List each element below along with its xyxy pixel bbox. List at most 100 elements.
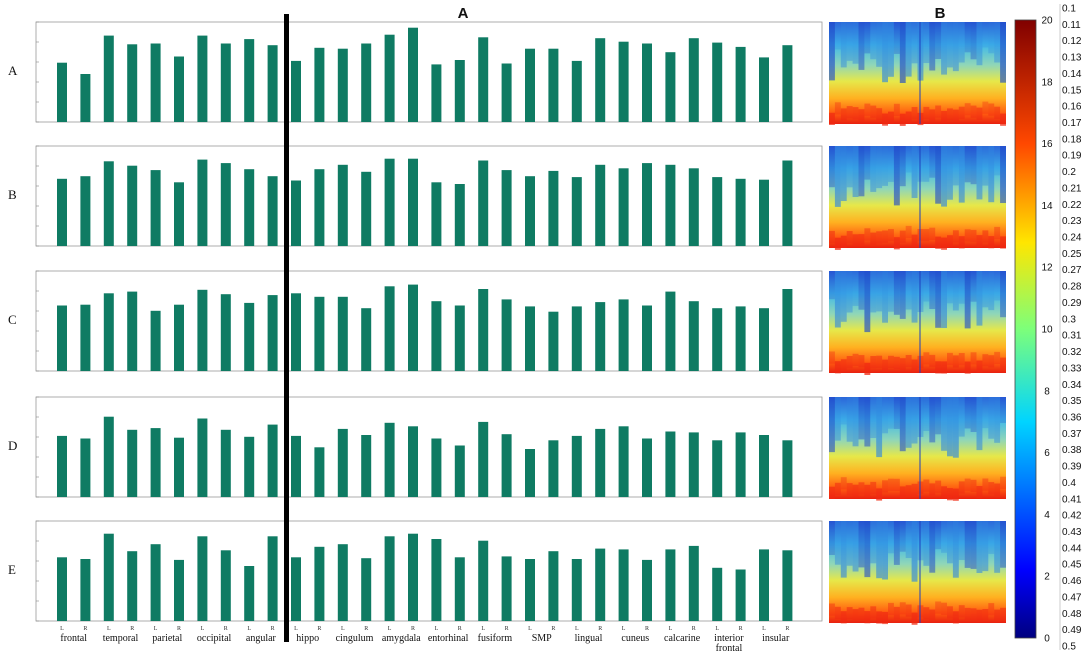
colorbar-tick-label: 0.22 [1062,200,1082,211]
hemisphere-tick: R [130,626,134,632]
bar [548,170,559,246]
bar [501,170,512,246]
heatmap-streak [982,271,989,308]
bar [431,539,442,621]
heatmap-streak [970,229,977,243]
colorbar-tick-label: 0.32 [1062,347,1082,358]
heatmap-streak [964,607,971,621]
heatmap-streak [834,397,841,441]
bar [642,559,652,621]
heatmap-streak [941,110,947,124]
bar [571,60,582,122]
heatmap-streak [840,359,847,372]
bar [618,41,629,123]
bar [431,64,442,122]
heatmap-streak [864,146,871,180]
heatmap-streak [840,108,847,121]
heatmap-streak [840,146,847,201]
colorbar-tick-label: 4 [1044,510,1050,521]
colorbar-tick-label: 0.25 [1062,249,1082,260]
heatmap-streak [829,521,835,555]
heatmap-streak [852,353,859,366]
panel-divider [284,14,289,642]
heatmap-streak [905,111,912,124]
bar [220,163,231,246]
heatmap-streak [864,397,871,447]
heatmap-streak [899,602,906,615]
colorbar-tick-label: 20 [1041,16,1053,27]
heatmap-streak [1000,397,1006,423]
heatmap-streak [941,146,947,207]
heatmap-streak [929,146,936,178]
heatmap-streak [905,604,912,617]
heatmap-streak [846,22,853,61]
bar [244,39,255,122]
heatmap-streak [982,397,989,429]
bar [642,438,652,497]
heatmap-streak [994,483,1001,496]
heatmap-streak [882,480,888,493]
bar [571,306,582,371]
heatmap-streak [1000,476,1006,489]
bar [525,48,535,123]
heatmap-streak [870,606,877,619]
colorbar-tick-label: 0.4 [1062,478,1076,489]
colorbar-tick-label: 14 [1041,201,1053,212]
bar [595,548,606,621]
heatmap-divider [919,271,921,373]
heatmap-streak [947,352,953,366]
heatmap-streak [994,106,1001,119]
heatmap-streak [876,22,883,67]
heatmap-streak [941,602,947,615]
heatmap-streak [923,479,930,492]
heatmap-streak [864,611,871,624]
bar [361,308,372,371]
hemisphere-tick: R [271,626,275,632]
heatmap-streak [888,111,894,124]
hemisphere-tick: L [294,626,298,632]
heatmap-streak [840,477,847,490]
heatmap-streak [864,521,871,578]
heatmap-streak [846,397,853,442]
bar [478,37,489,122]
heatmap-streak [829,397,835,453]
heatmap-streak [929,483,936,496]
heatmap-streak [988,271,995,311]
x-axis-labels: L R L R L R L R L R L R L R L R L R L R L R L R L R L R L R L Rfrontal t… [60,626,790,654]
heatmap-streak [905,485,912,498]
heatmap-streak [864,484,871,497]
heatmap-streak [840,235,847,248]
bar-chart-3: D [8,396,823,498]
heatmap-streak [870,397,877,438]
heatmap-streak [994,521,1001,573]
hemisphere-tick: L [60,626,64,632]
bar [782,440,793,497]
heatmap-streak [882,611,888,625]
heatmap-streak [834,102,841,115]
heatmap-streak [958,22,965,63]
bar [220,550,231,621]
bar [431,182,442,246]
heatmap-streak [1000,357,1006,370]
row-label: E [8,562,16,577]
heatmap-streak [899,113,906,126]
heatmap-streak [870,232,877,245]
bar [150,428,161,497]
bar [103,416,114,497]
bar [291,557,301,621]
heatmap-streak [864,228,871,241]
heatmap-streak [834,482,841,495]
hemisphere-tick: L [201,626,205,632]
bar [127,551,138,621]
heatmap-streak [929,609,936,622]
row-label: B [8,187,17,202]
heatmap-streak [882,230,888,243]
bar [618,168,629,246]
heatmap-streak [982,609,989,622]
heatmap-streak [952,230,959,243]
figure-canvas: A B A B C D E L R L R L R L R L R L R L R L R L R L R L R L R L R L R L R… [8,4,1082,654]
hemisphere-tick: R [224,626,228,632]
heatmap-streak [893,397,900,429]
heatmap-streak [970,271,977,302]
bar [244,302,255,371]
